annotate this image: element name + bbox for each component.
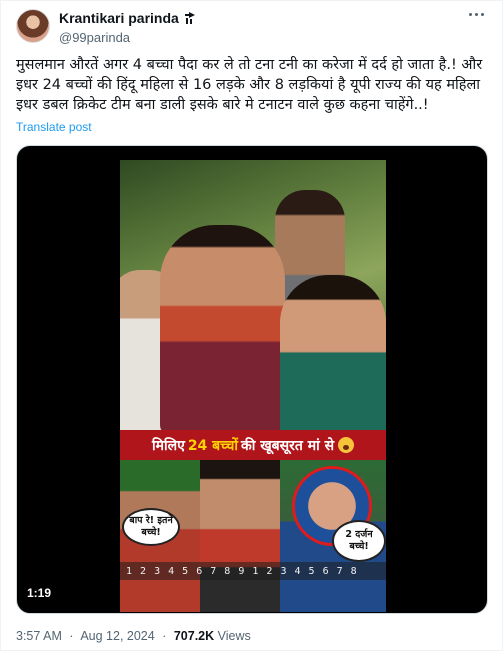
tweet-meta: 3:57 AM · Aug 12, 2024 · 707.2K Views [16,629,251,643]
views-count[interactable]: 707.2K [174,629,214,643]
author-name-row[interactable]: Krantikari parinda [59,10,197,26]
tweet-text: मुसलमान औरतें अगर 4 बच्चा पैदा कर ले तो … [16,55,491,115]
bottom-panel-middle [200,460,280,612]
speech-bubble-right: 2 दर्जन बच्चे! [332,520,386,562]
speech-bubble-left: बाप रे! इतने बच्चे! [122,508,180,546]
author-block: Krantikari parinda @99parinda [59,10,197,45]
banner-prefix: मिलिए [151,437,185,454]
video-scene-bottom: बाप रे! इतने बच्चे! 2 दर्जन बच्चे! 1 2 3… [120,460,386,612]
meta-separator: · [162,629,167,643]
author-handle[interactable]: @99parinda [59,30,197,45]
person-woman-green [280,275,386,445]
tweet-date[interactable]: Aug 12, 2024 [80,629,154,643]
person-woman-saree [160,225,285,435]
children-numbers-strip: 1 2 3 4 5 6 7 8 9 1 2 3 4 5 6 7 8 [120,562,386,580]
views-label: Views [217,629,251,643]
video-frame: मिलिए 24 बच्चों की खूबसूरत मां से बाप रे… [120,160,386,612]
banner-suffix: की खूबसूरत मां से [240,437,335,454]
meta-separator: · [69,629,74,643]
author-name[interactable]: Krantikari parinda [59,10,179,26]
more-options-icon[interactable] [469,13,484,16]
tweet-time[interactable]: 3:57 AM [16,629,62,643]
shocked-face-icon [338,437,355,453]
translate-post-link[interactable]: Translate post [16,120,92,134]
bird-icon [184,12,195,24]
tweet-text-line-1: मुसलमान औरतें अगर 4 बच्चा पैदा कर ले तो … [16,57,483,73]
avatar[interactable] [16,9,50,43]
tweet-card: Krantikari parinda @99parinda मुसलमान और… [0,0,503,651]
banner-highlight: 24 बच्चों [187,437,238,454]
video-duration: 1:19 [27,586,52,600]
tweet-text-line-2: इधर 24 बच्चों की हिंदू महिला से 16 लड़के… [16,77,481,93]
tweet-text-line-3: इधर डबल क्रिकेट टीम बना डाली इसके बारे म… [16,97,429,113]
video-scene-top [120,160,386,445]
video-player[interactable]: मिलिए 24 बच्चों की खूबसूरत मां से बाप रे… [16,145,488,614]
video-banner: मिलिए 24 बच्चों की खूबसूरत मां से [120,430,386,460]
